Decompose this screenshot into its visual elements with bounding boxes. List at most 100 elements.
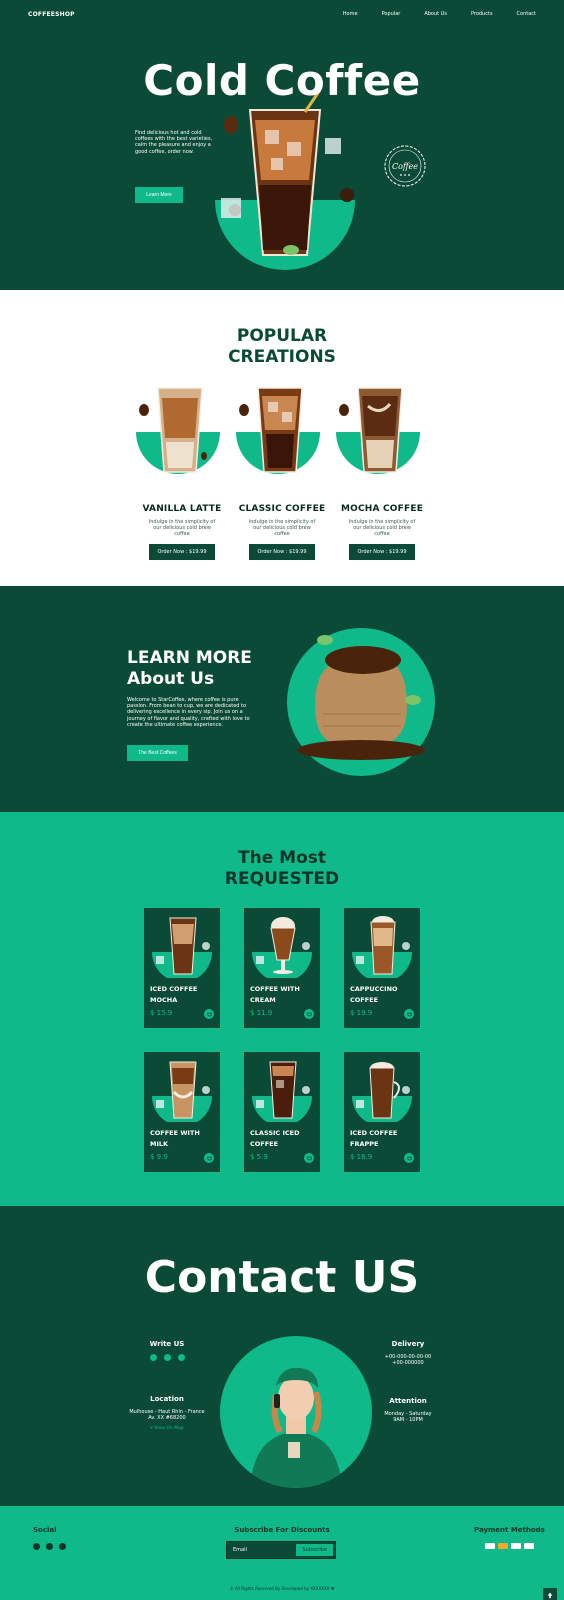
- product-price: $ 15.9: [150, 1009, 173, 1017]
- footer: Social Subscribe For Discounts Email Sub…: [0, 1506, 564, 1600]
- hero-description: Find delicious hot and cold coffees with…: [135, 130, 213, 155]
- product-name: ICED COFFEE MOCHA: [150, 985, 198, 1004]
- mastercard-icon: [497, 1543, 508, 1549]
- product-price: $ 16.9: [350, 1153, 373, 1161]
- snapchat-icon[interactable]: [59, 1543, 66, 1550]
- popular-item-desc: Indulge in the simplicity of our delicio…: [148, 519, 216, 537]
- nav-home[interactable]: Home: [343, 11, 358, 17]
- social-icons: [33, 1543, 66, 1550]
- messenger-icon[interactable]: [163, 1354, 171, 1361]
- popular-item: VANILLA LATTE Indulge in the simplicity …: [132, 386, 232, 560]
- product-card[interactable]: CLASSIC ICED COFFEE $ 5.9: [244, 1052, 320, 1172]
- learn-more-button[interactable]: Learn More: [135, 187, 183, 203]
- product-price: $ 5.9: [250, 1153, 268, 1161]
- popular-title-line2: CREATIONS: [228, 347, 336, 367]
- cart-icon[interactable]: [304, 1153, 314, 1163]
- write-us-heading: Write US: [149, 1340, 185, 1348]
- popular-item-name: CLASSIC COFFEE: [238, 504, 326, 514]
- cappuccino-coffee-image: [352, 916, 412, 978]
- location-block: Location Mulhouse - Haut Rhin - France A…: [122, 1395, 212, 1431]
- product-name: CLASSIC ICED COFFEE: [250, 1129, 300, 1148]
- popular-title-line1: POPULAR: [236, 326, 328, 346]
- cart-icon[interactable]: [204, 1153, 214, 1163]
- nav-contact[interactable]: Contact: [517, 11, 536, 17]
- facebook-icon[interactable]: [33, 1543, 40, 1550]
- requested-title: The Most REQUESTED: [0, 848, 564, 890]
- about-section: LEARN MORE About Us Welcome to StarCoffe…: [0, 586, 564, 812]
- iced-coffee-frappe-image: [352, 1062, 412, 1122]
- payment-heading: Payment Methods: [474, 1526, 545, 1534]
- product-name: COFFEE WITH CREAM: [250, 985, 300, 1004]
- scroll-to-top-button[interactable]: [543, 1588, 557, 1600]
- coffee-with-cream-image: [252, 917, 312, 978]
- attention-hours: 9AM - 10PM: [393, 1417, 423, 1424]
- brand-logo[interactable]: COFFEESHOP: [28, 11, 75, 18]
- attention-block: Attention Monday - Saturday 9AM - 10PM: [363, 1397, 453, 1424]
- coffee-bean-sack-image: [287, 628, 435, 776]
- top-nav: COFFEESHOP Home Popular About Us Product…: [0, 0, 564, 28]
- nav-products[interactable]: Products: [471, 11, 493, 17]
- popular-item: MOCHA COFFEE Indulge in the simplicity o…: [332, 386, 432, 560]
- write-us-icons: [122, 1354, 212, 1361]
- email-icon[interactable]: [177, 1354, 185, 1361]
- vanilla-latte-image: [136, 387, 220, 474]
- about-title-line1: LEARN MORE: [127, 648, 252, 668]
- product-card[interactable]: COFFEE WITH CREAM $ 11.9: [244, 908, 320, 1028]
- whatsapp-icon[interactable]: [149, 1354, 157, 1361]
- classic-iced-coffee-image: [252, 1061, 312, 1122]
- about-description: Welcome to StarCoffee, where coffee is p…: [127, 697, 250, 728]
- delivery-phone-2: +00-000000: [392, 1360, 424, 1367]
- about-title: LEARN MORE About Us: [127, 648, 252, 690]
- product-name: CAPPUCCINO COFFEE: [350, 985, 398, 1004]
- product-price: $ 11.9: [250, 1009, 273, 1017]
- iced-coffee-mocha-image: [152, 917, 212, 978]
- requested-section: The Most REQUESTED ICED COFFEE MOCHA $ 1…: [0, 812, 564, 1206]
- visa-icon: [484, 1543, 495, 1549]
- classic-coffee-image: [236, 387, 320, 474]
- email-input[interactable]: Email: [233, 1547, 247, 1553]
- nav-popular[interactable]: Popular: [382, 11, 401, 17]
- seal-text: Coffee: [392, 162, 418, 171]
- subscribe-form: Email Subscribe: [226, 1541, 336, 1559]
- best-coffees-button[interactable]: The Best Coffees: [127, 745, 188, 761]
- popular-title: POPULAR CREATIONS: [0, 326, 564, 368]
- copyright: © All Rights Reserved By Developed by XX…: [229, 1586, 335, 1591]
- payment-block: Payment Methods: [474, 1526, 545, 1549]
- about-title-line2: About Us: [127, 669, 215, 689]
- product-card[interactable]: CAPPUCCINO COFFEE $ 19.9: [344, 908, 420, 1028]
- hero-title: Cold Coffee: [143, 56, 421, 105]
- popular-item-desc: Indulge in the simplicity of our delicio…: [348, 519, 416, 537]
- order-now-button[interactable]: Order Now : $19.99: [149, 544, 215, 560]
- product-name: ICED COFFEE FRAPPE: [350, 1129, 398, 1148]
- requested-title-line2: REQUESTED: [224, 869, 340, 889]
- popular-item-name: MOCHA COFFEE: [340, 504, 424, 514]
- subscribe-button[interactable]: Subscribe: [296, 1544, 333, 1556]
- location-heading: Location: [150, 1395, 184, 1403]
- popular-section: POPULAR CREATIONS VANILLA LATTE Indulge …: [0, 290, 564, 586]
- mocha-coffee-image: [336, 387, 420, 474]
- attention-heading: Attention: [389, 1397, 427, 1405]
- view-on-map-label: View On Map: [154, 1425, 184, 1431]
- contact-title: Contact US: [144, 1252, 420, 1303]
- barista-image: [220, 1336, 372, 1488]
- product-card[interactable]: ICED COFFEE MOCHA $ 15.9: [144, 908, 220, 1028]
- order-now-button[interactable]: Order Now : $19.99: [249, 544, 315, 560]
- cart-icon[interactable]: [204, 1009, 214, 1019]
- cart-icon[interactable]: [304, 1009, 314, 1019]
- nav-links: Home Popular About Us Products Contact: [343, 11, 536, 17]
- instagram-icon[interactable]: [46, 1543, 53, 1550]
- write-us-block: Write US: [122, 1340, 212, 1361]
- product-card[interactable]: ICED COFFEE FRAPPE $ 16.9: [344, 1052, 420, 1172]
- product-price: $ 19.9: [350, 1009, 373, 1017]
- cart-icon[interactable]: [404, 1009, 414, 1019]
- popular-item-desc: Indulge in the simplicity of our delicio…: [248, 519, 316, 537]
- payment-icons: [474, 1543, 545, 1549]
- delivery-block: Delivery +00-000-00-00-00 +00-000000: [363, 1340, 453, 1367]
- cart-icon[interactable]: [404, 1153, 414, 1163]
- product-card[interactable]: COFFEE WITH MILK $ 9.9: [144, 1052, 220, 1172]
- view-on-map-link[interactable]: ⌖ View On Map: [122, 1425, 212, 1431]
- nav-about-us[interactable]: About Us: [424, 11, 447, 17]
- iced-coffee-image: [215, 90, 355, 270]
- amex-icon: [523, 1543, 534, 1549]
- order-now-button[interactable]: Order Now : $19.99: [349, 544, 415, 560]
